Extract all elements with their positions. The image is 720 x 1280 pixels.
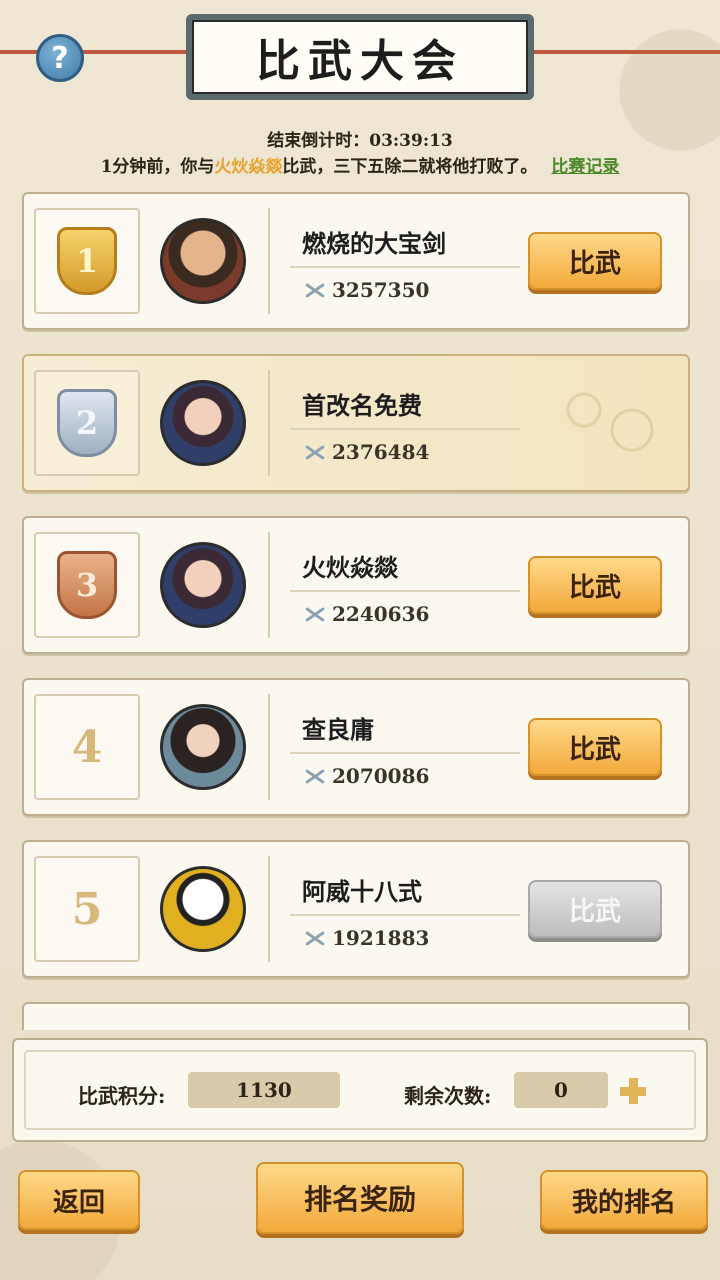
rank-number: 5 bbox=[71, 883, 103, 935]
power-value: 1921883 bbox=[302, 926, 429, 950]
rank-box: 2 bbox=[34, 370, 140, 476]
power-value: 2376484 bbox=[302, 440, 429, 464]
avatar[interactable] bbox=[160, 380, 246, 466]
my-rank-button[interactable]: 我的排名 bbox=[540, 1170, 708, 1230]
divider bbox=[268, 694, 270, 800]
rope-right bbox=[534, 50, 720, 54]
stats-panel: 比武积分: 1130 剩余次数: 0 bbox=[12, 1038, 708, 1142]
power-number: 1921883 bbox=[332, 926, 430, 950]
cloud-pattern-icon bbox=[548, 370, 668, 470]
avatar[interactable] bbox=[160, 542, 246, 628]
help-button[interactable]: ? bbox=[36, 34, 84, 82]
gold-medal-icon: 1 bbox=[57, 227, 117, 295]
countdown-timer: 结束倒计时：03:39:13 bbox=[267, 131, 453, 151]
notice-suffix: 比武，三下五除二就将他打败了。 bbox=[282, 157, 538, 177]
battle-notice: 1分钟前，你与火炏焱燚比武，三下五除二就将他打败了。 比赛记录 bbox=[0, 152, 720, 177]
notice-prefix: 1分钟前，你与 bbox=[100, 157, 215, 177]
divider bbox=[290, 590, 520, 592]
title-plate: 比武大会 bbox=[186, 14, 534, 100]
bronze-medal-icon: 3 bbox=[57, 551, 117, 619]
ranking-card-3: 3 火炏焱燚 2240636 比武 bbox=[22, 516, 690, 654]
rank-reward-button[interactable]: 排名奖励 bbox=[256, 1162, 464, 1234]
score-label: 比武积分: bbox=[78, 1084, 166, 1108]
back-button[interactable]: 返回 bbox=[18, 1170, 140, 1230]
stats-inner: 比武积分: 1130 剩余次数: 0 bbox=[24, 1050, 696, 1130]
rank-box: 3 bbox=[34, 532, 140, 638]
page-title: 比武大会 bbox=[192, 20, 528, 94]
rank-number: 4 bbox=[71, 721, 103, 773]
power-number: 3257350 bbox=[332, 278, 430, 302]
player-name: 阿威十八式 bbox=[302, 877, 422, 906]
silver-medal-icon: 2 bbox=[57, 389, 117, 457]
challenge-button[interactable]: 比武 bbox=[528, 556, 662, 614]
rank-box: 4 bbox=[34, 694, 140, 800]
divider bbox=[290, 914, 520, 916]
player-name: 首改名免费 bbox=[302, 391, 422, 420]
challenge-button-disabled: 比武 bbox=[528, 880, 662, 938]
ranking-card-4: 4 查良庸 2070086 比武 bbox=[22, 678, 690, 816]
remaining-label: 剩余次数: bbox=[404, 1084, 492, 1108]
challenge-button[interactable]: 比武 bbox=[528, 718, 662, 776]
divider bbox=[268, 856, 270, 962]
avatar[interactable] bbox=[160, 704, 246, 790]
ranking-list[interactable]: 1 燃烧的大宝剑 3257350 比武 2 首改名免费 2376484 3 火炏… bbox=[22, 192, 692, 1030]
crossed-swords-icon bbox=[302, 605, 326, 623]
rank-box: 5 bbox=[34, 856, 140, 962]
ranking-card-5: 5 阿威十八式 1921883 比武 bbox=[22, 840, 690, 978]
player-name: 火炏焱燚 bbox=[302, 553, 398, 582]
remaining-value: 0 bbox=[514, 1072, 608, 1108]
challenge-button[interactable]: 比武 bbox=[528, 232, 662, 290]
power-value: 2240636 bbox=[302, 602, 429, 626]
rank-box: 1 bbox=[34, 208, 140, 314]
divider bbox=[290, 266, 520, 268]
crossed-swords-icon bbox=[302, 281, 326, 299]
crossed-swords-icon bbox=[302, 929, 326, 947]
power-number: 2240636 bbox=[332, 602, 430, 626]
power-value: 2070086 bbox=[302, 764, 429, 788]
crossed-swords-icon bbox=[302, 767, 326, 785]
player-name: 燃烧的大宝剑 bbox=[302, 229, 446, 258]
plus-icon[interactable] bbox=[620, 1078, 646, 1104]
avatar[interactable] bbox=[160, 218, 246, 304]
crossed-swords-icon bbox=[302, 443, 326, 461]
ranking-card-2-self: 2 首改名免费 2376484 bbox=[22, 354, 690, 492]
power-number: 2070086 bbox=[332, 764, 430, 788]
divider bbox=[268, 370, 270, 476]
power-number: 2376484 bbox=[332, 440, 430, 464]
match-record-link[interactable]: 比赛记录 bbox=[551, 157, 619, 177]
ranking-card-6-partial bbox=[22, 1002, 690, 1030]
rope-left bbox=[0, 50, 186, 54]
avatar[interactable] bbox=[160, 866, 246, 952]
question-icon: ? bbox=[51, 40, 69, 76]
notice-opponent: 火炏焱燚 bbox=[214, 157, 283, 177]
divider bbox=[290, 428, 520, 430]
score-value: 1130 bbox=[188, 1072, 340, 1108]
divider bbox=[268, 208, 270, 314]
power-value: 3257350 bbox=[302, 278, 429, 302]
divider bbox=[268, 532, 270, 638]
divider bbox=[290, 752, 520, 754]
ranking-card-1: 1 燃烧的大宝剑 3257350 比武 bbox=[22, 192, 690, 330]
player-name: 查良庸 bbox=[302, 715, 374, 744]
